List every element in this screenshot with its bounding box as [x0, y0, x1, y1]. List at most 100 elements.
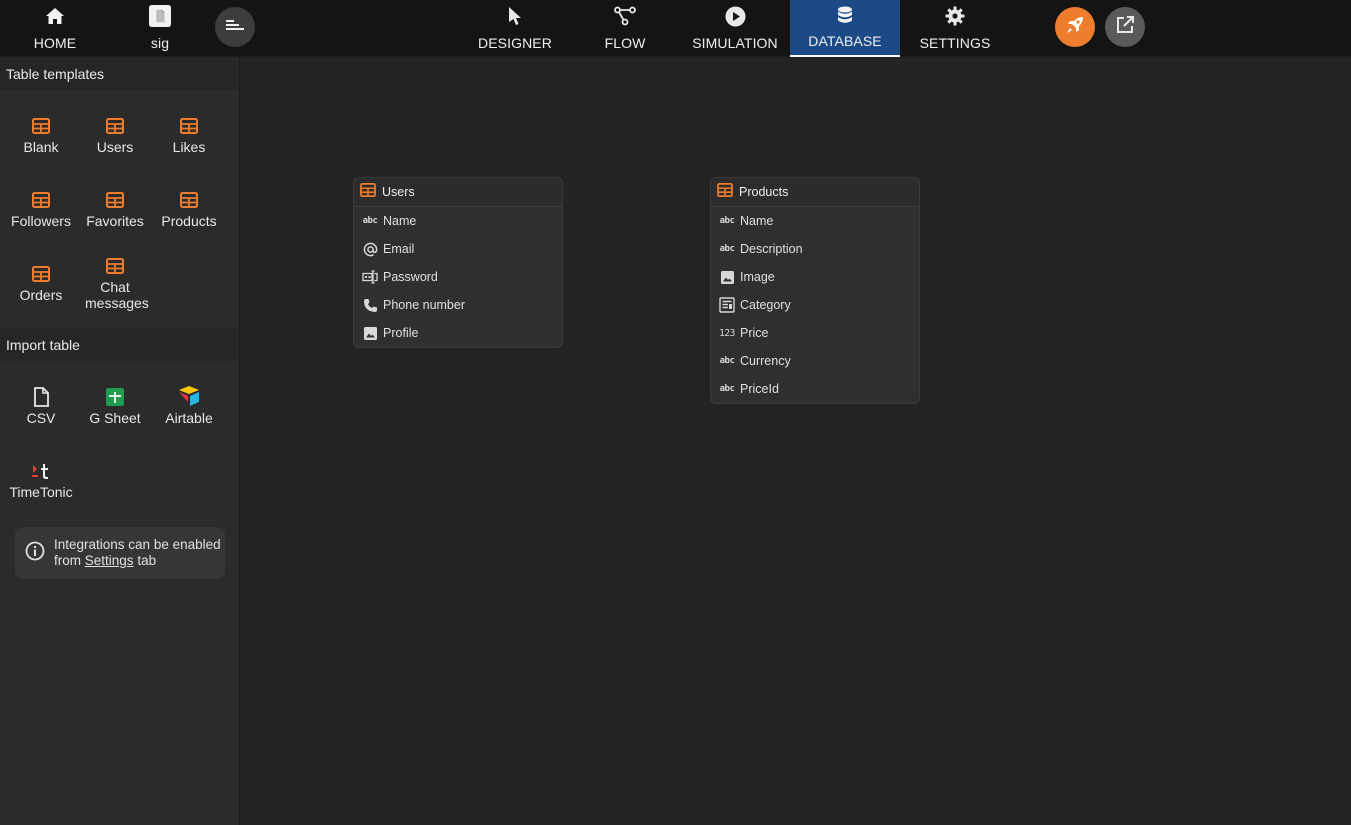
field-row[interactable]: abc Name [354, 207, 562, 235]
password-icon [362, 269, 378, 285]
template-chat-messages[interactable]: Chat messages [78, 256, 152, 311]
field-row[interactable]: abc Description [711, 235, 919, 263]
field-name: Description [740, 242, 803, 256]
nav-home[interactable]: HOME [20, 0, 90, 57]
left-panel: Table templates Blank Users Likes Follow… [0, 57, 240, 825]
import-csv[interactable]: CSV [4, 387, 78, 426]
field-row[interactable]: Category [711, 291, 919, 319]
field-row[interactable]: abc Name [711, 207, 919, 235]
table-card-users[interactable]: Users abc Name Email Password Phone numb… [353, 177, 563, 348]
text-type-icon: abc [719, 216, 735, 226]
import-label: Airtable [165, 410, 213, 426]
template-label: Favorites [86, 213, 144, 229]
database-canvas[interactable]: Users abc Name Email Password Phone numb… [240, 57, 1351, 825]
google-sheets-icon [105, 387, 125, 407]
table-icon [360, 182, 376, 202]
tab-database-label: DATABASE [808, 33, 882, 49]
template-likes[interactable]: Likes [152, 116, 226, 155]
table-icon [179, 116, 199, 136]
open-external-button[interactable] [1105, 7, 1145, 47]
cursor-icon [504, 5, 526, 27]
field-row[interactable]: Profile [354, 319, 562, 347]
text-type-icon: abc [719, 356, 735, 366]
nav-home-label: HOME [33, 35, 77, 51]
field-name: Name [740, 214, 774, 228]
field-row[interactable]: Email [354, 235, 562, 263]
tab-database[interactable]: DATABASE [790, 0, 900, 57]
tab-flow-label: FLOW [604, 35, 646, 51]
tab-settings[interactable]: SETTINGS [915, 0, 995, 57]
field-row[interactable]: 123 Price [711, 319, 919, 347]
import-label: CSV [26, 410, 56, 426]
text-type-icon: abc [719, 244, 735, 254]
table-icon [179, 190, 199, 210]
template-label: Chat messages [85, 279, 149, 311]
tab-flow[interactable]: FLOW [590, 0, 660, 57]
info-text: Integrations can be enabled from Setting… [54, 537, 225, 569]
table-templates-title: Table templates [0, 57, 239, 90]
table-name: Users [382, 185, 415, 199]
rocket-icon [1064, 14, 1086, 41]
template-label: Likes [172, 139, 206, 155]
template-users[interactable]: Users [78, 116, 152, 155]
field-name: Name [383, 214, 417, 228]
table-header[interactable]: Products [711, 178, 919, 207]
airtable-icon [177, 385, 201, 407]
field-name: Image [740, 270, 775, 284]
import-airtable[interactable]: Airtable [152, 385, 226, 426]
project-name: sig [150, 35, 170, 51]
field-name: Profile [383, 326, 419, 340]
table-icon [105, 256, 125, 276]
tab-simulation[interactable]: SIMULATION [685, 0, 785, 57]
table-templates-grid: Blank Users Likes Followers Favorites Pr… [0, 90, 239, 328]
table-icon [105, 190, 125, 210]
timetonic-icon [31, 461, 51, 481]
tab-designer-label: DESIGNER [478, 35, 552, 51]
tab-settings-label: SETTINGS [919, 35, 991, 51]
template-label: Users [96, 139, 134, 155]
table-icon [105, 116, 125, 136]
template-products[interactable]: Products [152, 190, 226, 229]
import-label: TimeTonic [9, 484, 73, 500]
at-icon [362, 241, 378, 257]
database-icon [834, 5, 856, 27]
template-blank[interactable]: Blank [4, 116, 78, 155]
table-card-products[interactable]: Products abc Name abc Description Image … [710, 177, 920, 404]
template-followers[interactable]: Followers [4, 190, 78, 229]
tab-designer[interactable]: DESIGNER [470, 0, 560, 57]
import-gsheet[interactable]: G Sheet [78, 387, 152, 426]
field-row[interactable]: abc Currency [711, 347, 919, 375]
table-icon [31, 190, 51, 210]
template-label: Followers [11, 213, 71, 229]
tab-simulation-label: SIMULATION [692, 35, 778, 51]
project-file[interactable]: sig [130, 0, 190, 57]
import-timetonic[interactable]: TimeTonic [4, 461, 78, 500]
sidebar-toggle-button[interactable] [215, 7, 255, 47]
external-link-icon [1115, 15, 1135, 40]
play-icon [724, 5, 746, 27]
info-icon [25, 541, 45, 566]
table-name: Products [739, 185, 789, 199]
category-icon [719, 297, 735, 313]
settings-link[interactable]: Settings [85, 553, 134, 568]
file-outline-icon [31, 387, 51, 407]
table-icon [31, 264, 51, 284]
field-name: Currency [740, 354, 791, 368]
integrations-info-box: Integrations can be enabled from Setting… [15, 527, 225, 579]
phone-icon [362, 297, 378, 313]
template-orders[interactable]: Orders [4, 264, 78, 303]
field-row[interactable]: Password [354, 263, 562, 291]
publish-button[interactable] [1055, 7, 1095, 47]
field-row[interactable]: Image [711, 263, 919, 291]
table-header[interactable]: Users [354, 178, 562, 207]
info-text-after: tab [137, 553, 157, 568]
template-label: Orders [19, 287, 63, 303]
template-favorites[interactable]: Favorites [78, 190, 152, 229]
field-row[interactable]: abc PriceId [711, 375, 919, 403]
import-label: G Sheet [89, 410, 141, 426]
field-name: Phone number [383, 298, 466, 312]
field-row[interactable]: Phone number [354, 291, 562, 319]
field-name: Password [383, 270, 438, 284]
menu-lines-icon [226, 18, 244, 37]
template-label: Products [161, 213, 217, 229]
